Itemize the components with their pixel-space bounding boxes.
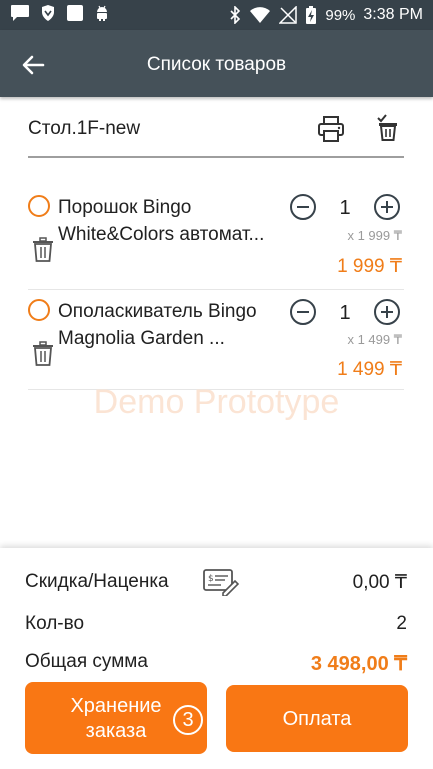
svg-text:$: $ [208, 574, 214, 584]
trash-icon[interactable] [32, 341, 54, 367]
trash-icon[interactable] [32, 237, 54, 263]
save-order-button[interactable]: Хранение заказа 3 [25, 682, 207, 754]
quantity-row: Кол-во 2 [25, 608, 407, 638]
quantity-label: Кол-во [25, 613, 85, 634]
item-line-total: 1 499 ₸ [337, 359, 402, 380]
discount-edit-icon[interactable]: $ [203, 566, 239, 596]
order-name[interactable]: Стол.1F-new [28, 118, 140, 140]
minus-circle-icon[interactable] [289, 298, 317, 326]
status-right-icons: 99% 3:38 PM [229, 5, 423, 25]
app-bar: Список товаров [0, 30, 433, 97]
shield-icon [42, 5, 54, 21]
pay-label: Оплата [282, 708, 352, 730]
item-name: Ополаскиватель Bingo Magnolia Garden ... [58, 301, 257, 349]
total-label: Общая сумма [25, 651, 148, 672]
bluetooth-icon [230, 6, 241, 24]
discount-value: 0,00 ₸ [352, 572, 407, 593]
saved-orders-badge: 3 [173, 705, 203, 735]
printer-icon[interactable] [317, 115, 345, 143]
status-left-icons [10, 4, 110, 22]
wifi-icon [250, 7, 271, 23]
status-time: 3:38 PM [363, 6, 423, 23]
item-name: Порошок Bingo White&Colors автомат... [58, 197, 265, 245]
list-item[interactable]: Ополаскиватель Bingo Magnolia Garden ...… [28, 290, 404, 390]
no-signal-icon [279, 6, 298, 24]
minus-circle-icon[interactable] [289, 193, 317, 221]
list-item[interactable]: Порошок Bingo White&Colors автомат... 1 … [28, 180, 404, 290]
quantity-value: 2 [396, 613, 407, 634]
item-unit-price: x 1 999 ₸ [347, 228, 402, 243]
discount-label: Скидка/Наценка [25, 571, 169, 592]
item-unit-price: x 1 499 ₸ [347, 332, 402, 347]
plus-circle-icon[interactable] [373, 193, 401, 221]
page-title: Список товаров [146, 54, 287, 75]
total-row: Общая сумма 3 498,00 ₸ [25, 646, 407, 676]
trash-check-icon[interactable] [374, 112, 402, 142]
item-select-radio[interactable] [28, 195, 50, 217]
battery-percent: 99% [325, 6, 356, 24]
item-line-total: 1 999 ₸ [337, 256, 402, 277]
battery-charging-icon [306, 6, 317, 24]
item-select-radio[interactable] [28, 299, 50, 321]
status-bar: 99% 3:38 PM [0, 0, 433, 30]
pay-button[interactable]: Оплата [226, 685, 408, 752]
message-icon [11, 5, 29, 21]
item-quantity[interactable]: 1 [317, 197, 373, 220]
discount-row[interactable]: Скидка/Наценка $ 0,00 ₸ [25, 566, 407, 596]
save-order-label: Хранение заказа [70, 695, 162, 742]
item-quantity[interactable]: 1 [317, 302, 373, 325]
demo-watermark: Demo Prototype [93, 383, 340, 421]
plus-circle-icon[interactable] [373, 298, 401, 326]
square-app-icon [67, 5, 83, 21]
order-header: Стол.1F-new [28, 100, 404, 158]
total-value: 3 498,00 ₸ [310, 653, 407, 675]
order-summary-panel: Скидка/Наценка $ 0,00 ₸ Кол-во 2 Общая с… [0, 548, 433, 769]
android-icon [97, 5, 107, 21]
